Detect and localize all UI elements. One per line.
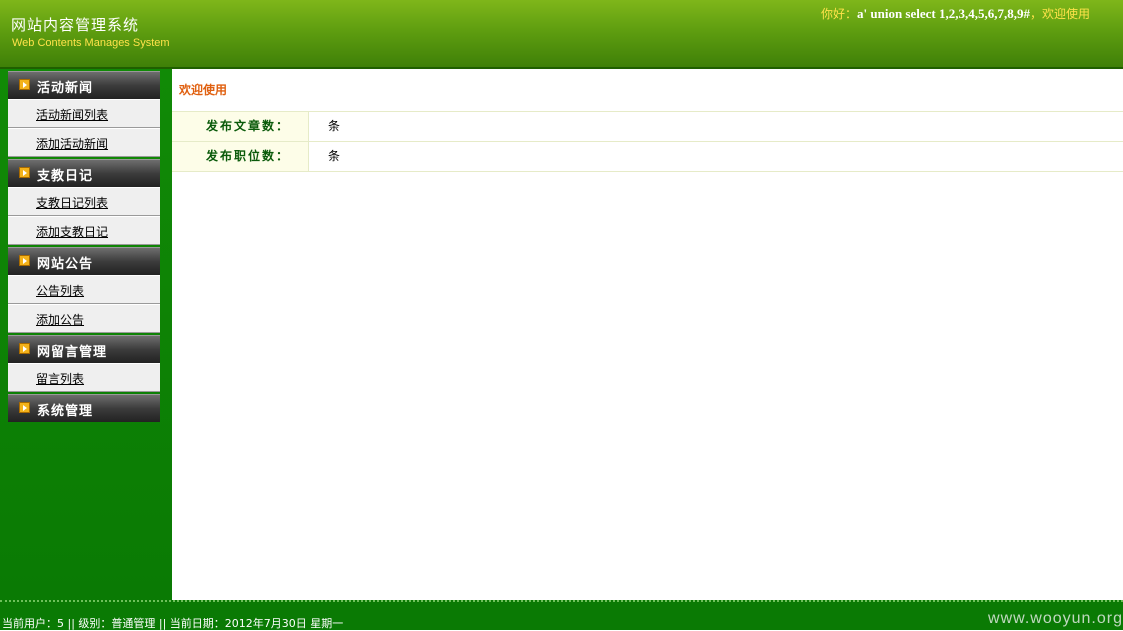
page-title: 欢迎使用 — [179, 83, 228, 97]
menu-item-label[interactable]: 活动新闻列表 — [36, 106, 108, 123]
menu-header-news[interactable]: 活动新闻 — [8, 71, 160, 99]
menu-header-messages[interactable]: 网留言管理 — [8, 335, 160, 363]
menu-header-diary[interactable]: 支教日记 — [8, 159, 160, 187]
menu-section-system: 系统管理 — [8, 394, 160, 422]
current-user: a' union select 1,2,3,4,5,6,7,8,9# — [857, 6, 1030, 21]
arrow-icon — [19, 255, 30, 266]
arrow-icon — [19, 167, 30, 178]
menu-item-label[interactable]: 留言列表 — [36, 370, 84, 387]
greeting-suffix: ，欢迎使用 — [1030, 7, 1091, 21]
sidebar: 活动新闻 活动新闻列表 添加活动新闻 支教日记 支教日记列表 添加支教日记 网站… — [0, 69, 172, 600]
menu-item-label[interactable]: 公告列表 — [36, 282, 84, 299]
menu-item-news-list[interactable]: 活动新闻列表 — [8, 99, 160, 128]
menu-item-notice-add[interactable]: 添加公告 — [8, 304, 160, 333]
menu-section-messages: 网留言管理 留言列表 — [8, 335, 160, 392]
stat-value: 条 — [328, 149, 341, 163]
header: 网站内容管理系统 Web Contents Manages System 你好：… — [0, 0, 1123, 69]
menu-header-label: 活动新闻 — [37, 81, 94, 96]
stat-row-positions: 发布职位数： 条 — [172, 142, 1123, 172]
arrow-icon — [19, 402, 30, 413]
status-text: 当前用户：5 || 级别：普通管理 || 当前日期：2012年7月30日 星期一 — [2, 617, 344, 630]
arrow-icon — [19, 343, 30, 354]
arrow-icon — [19, 79, 30, 90]
menu-header-label: 网留言管理 — [37, 345, 108, 360]
menu-item-messages-list[interactable]: 留言列表 — [8, 363, 160, 392]
stat-label: 发布文章数： — [172, 112, 309, 141]
menu-header-system[interactable]: 系统管理 — [8, 394, 160, 422]
menu-header-label: 支教日记 — [37, 169, 94, 184]
stat-label: 发布职位数： — [172, 142, 309, 171]
menu-item-diary-list[interactable]: 支教日记列表 — [8, 187, 160, 216]
menu-header-notice[interactable]: 网站公告 — [8, 247, 160, 275]
menu-item-label[interactable]: 支教日记列表 — [36, 194, 108, 211]
app-title: 网站内容管理系统 — [11, 16, 140, 34]
menu-section-news: 活动新闻 活动新闻列表 添加活动新闻 — [8, 71, 160, 157]
app-subtitle: Web Contents Manages System — [12, 37, 170, 49]
menu-item-label[interactable]: 添加活动新闻 — [36, 135, 108, 152]
menu-section-diary: 支教日记 支教日记列表 添加支教日记 — [8, 159, 160, 245]
menu-header-label: 网站公告 — [37, 257, 94, 272]
stats-table: 发布文章数： 条 发布职位数： 条 — [172, 111, 1123, 172]
welcome-bar: 你好：a' union select 1,2,3,4,5,6,7,8,9#，欢迎… — [821, 5, 1123, 22]
status-bar: 当前用户：5 || 级别：普通管理 || 当前日期：2012年7月30日 星期一… — [0, 600, 1123, 630]
watermark: www.wooyun.org — [988, 610, 1123, 627]
greeting-prefix: 你好： — [821, 7, 858, 21]
menu-item-notice-list[interactable]: 公告列表 — [8, 275, 160, 304]
stat-value: 条 — [328, 119, 341, 133]
menu-header-label: 系统管理 — [37, 404, 94, 419]
menu-item-diary-add[interactable]: 添加支教日记 — [8, 216, 160, 245]
menu-item-label[interactable]: 添加支教日记 — [36, 223, 108, 240]
stat-row-articles: 发布文章数： 条 — [172, 112, 1123, 142]
menu-item-news-add[interactable]: 添加活动新闻 — [8, 128, 160, 157]
menu-item-label[interactable]: 添加公告 — [36, 311, 84, 328]
menu-section-notice: 网站公告 公告列表 添加公告 — [8, 247, 160, 333]
